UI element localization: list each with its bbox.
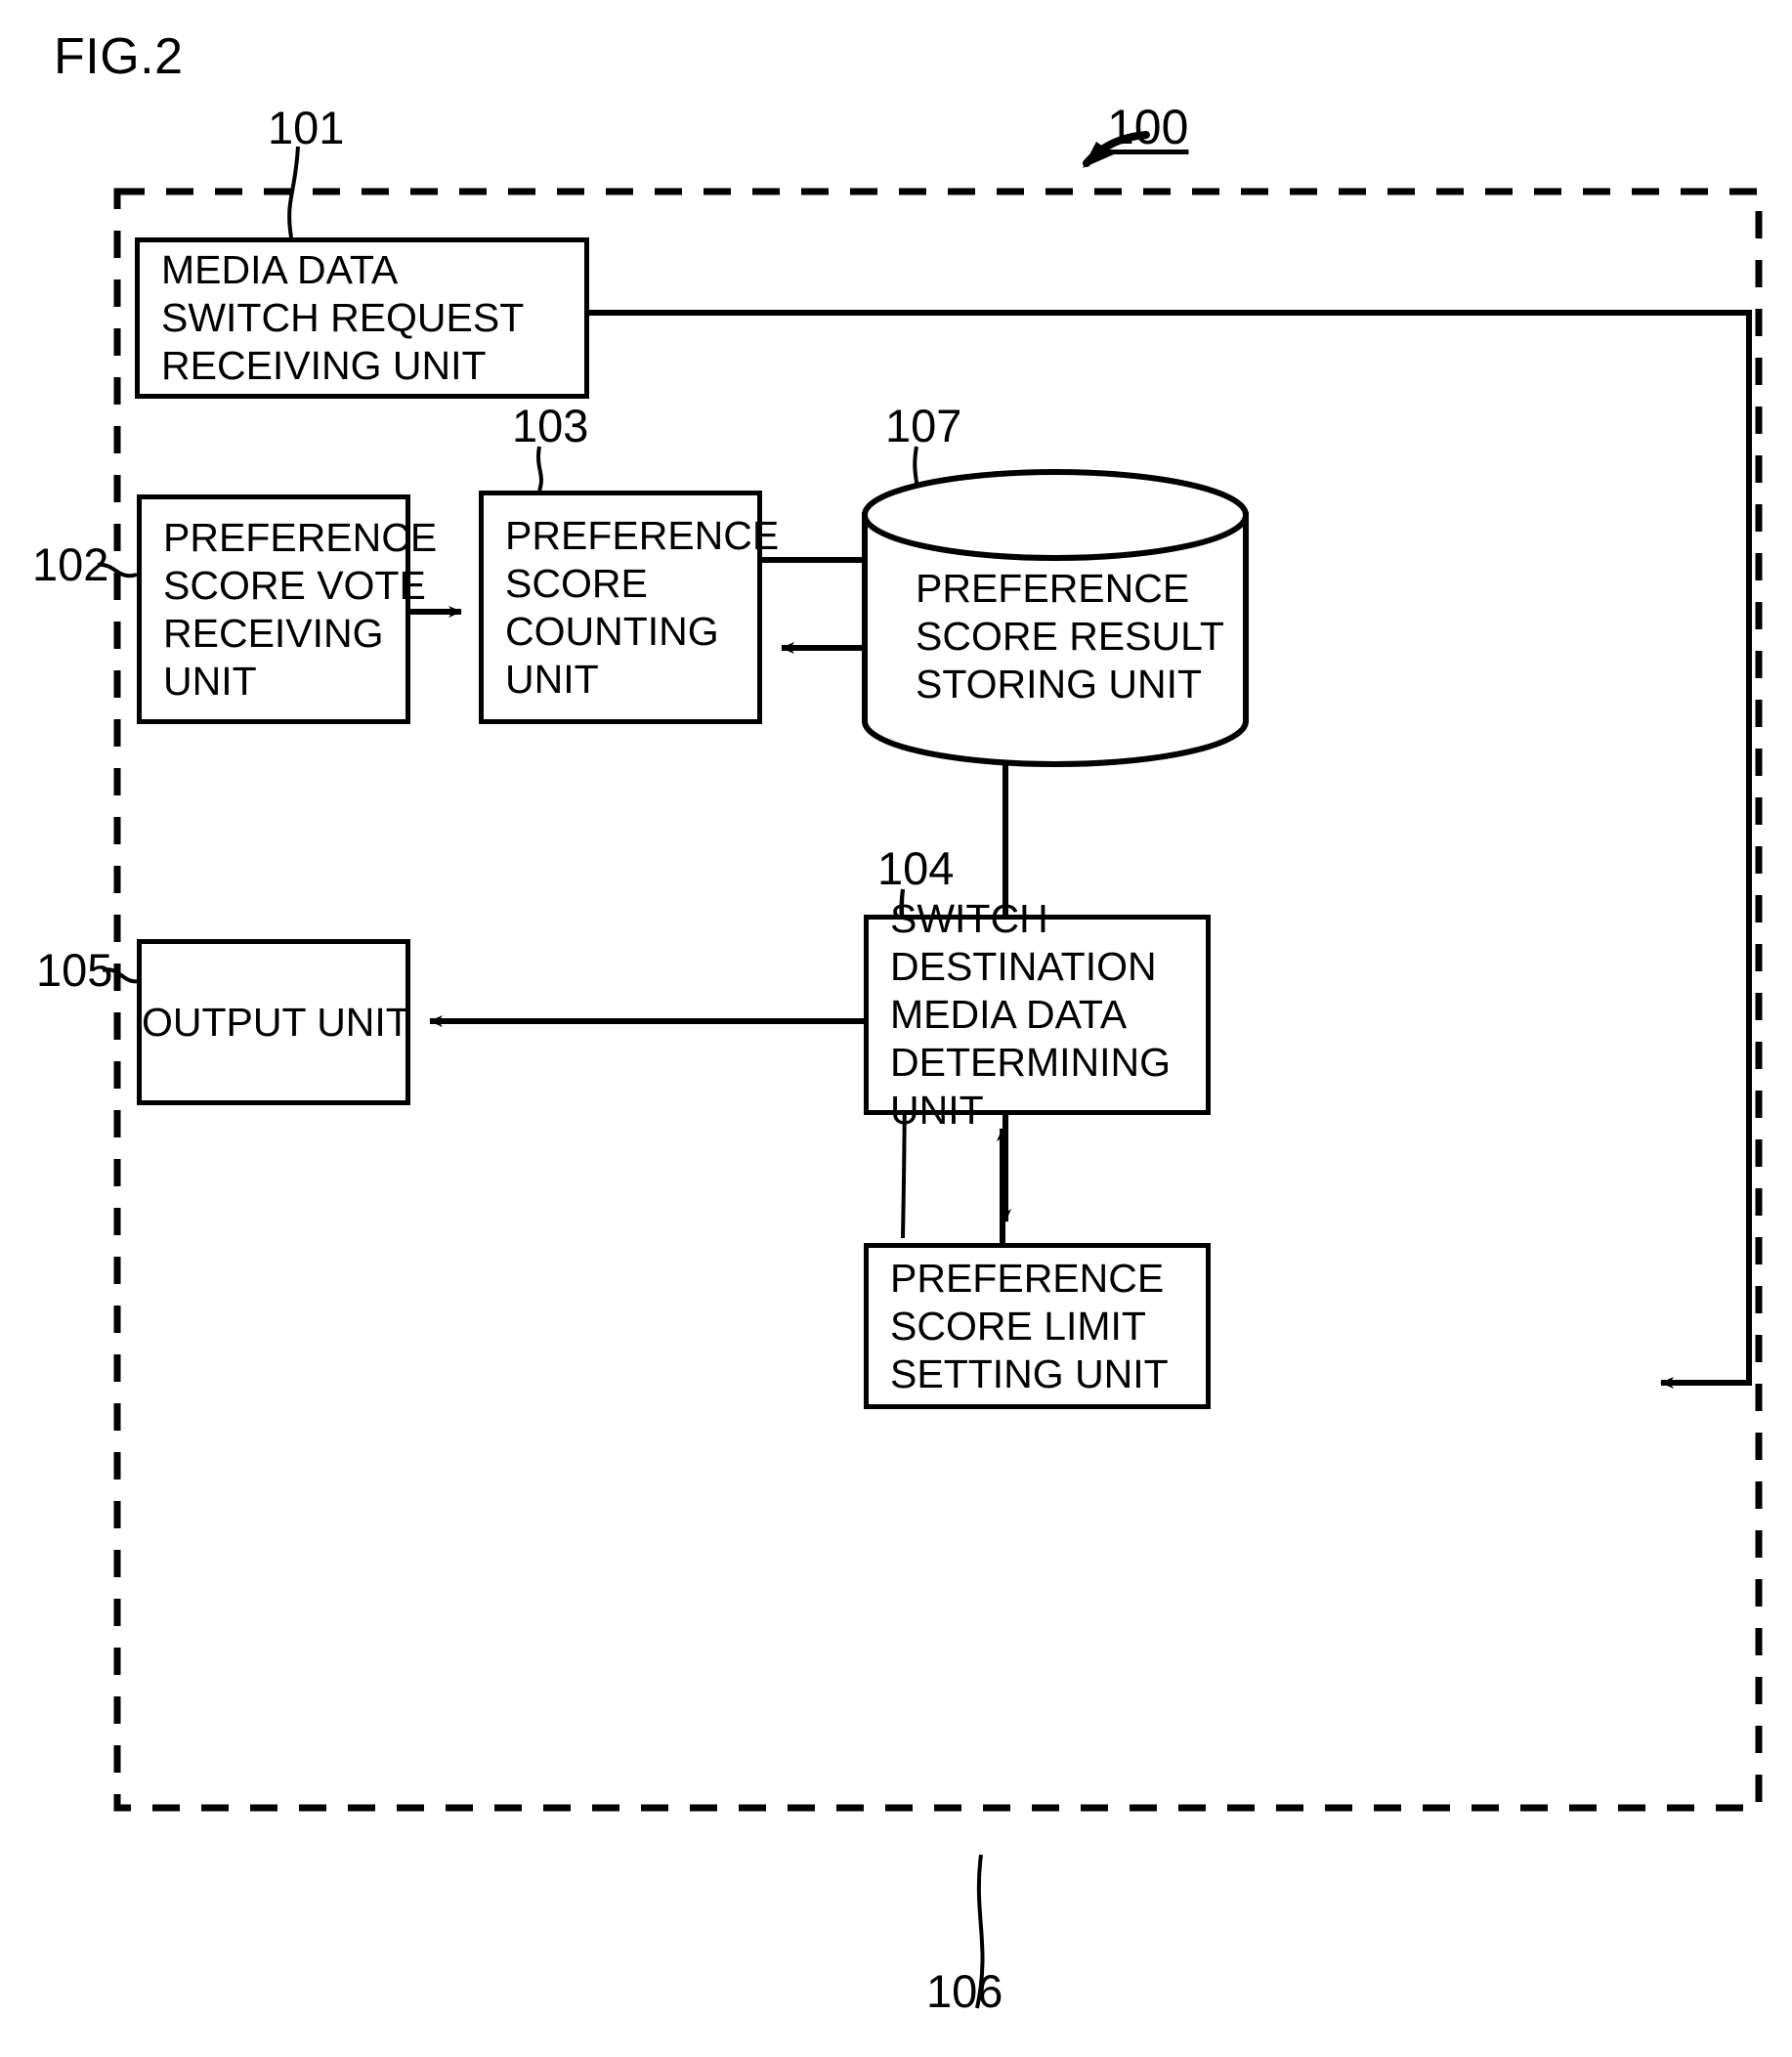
block-preference-score-vote-receiving-unit[interactable]: PREFERENCE SCORE VOTE RECEIVING UNIT bbox=[137, 494, 438, 724]
block-102-line-4: UNIT bbox=[163, 658, 257, 704]
block-104-line-1: SWITCH bbox=[890, 896, 1048, 941]
block-107-line-2: SCORE RESULT bbox=[916, 614, 1224, 659]
leader-line-101 bbox=[287, 146, 300, 238]
block-101-label: MEDIA DATA SWITCH REQUEST RECEIVING UNIT bbox=[140, 246, 584, 390]
block-101-line-2: SWITCH REQUEST bbox=[161, 295, 525, 340]
block-104-line-5: UNIT bbox=[890, 1088, 984, 1133]
block-101-line-1: MEDIA DATA bbox=[161, 247, 399, 292]
block-101-line-3: RECEIVING UNIT bbox=[161, 343, 487, 388]
block-104-line-3: MEDIA DATA bbox=[890, 992, 1128, 1037]
block-104-line-2: DESTINATION bbox=[890, 944, 1157, 989]
block-102-line-2: SCORE VOTE bbox=[163, 562, 426, 608]
block-switch-destination-media-data-determining-unit[interactable]: SWITCH DESTINATION MEDIA DATA DETERMININ… bbox=[864, 896, 1211, 1133]
block-106-line-1: PREFERENCE bbox=[890, 1255, 1165, 1301]
ref-107: 107 bbox=[885, 400, 962, 451]
block-106-label: PREFERENCE SCORE LIMIT SETTING UNIT bbox=[869, 1255, 1206, 1398]
block-106-line-3: SETTING UNIT bbox=[890, 1350, 1169, 1396]
block-103-line-3: COUNTING bbox=[505, 608, 719, 654]
ref-106: 106 bbox=[926, 1965, 1003, 2017]
block-output-unit[interactable]: OUTPUT UNIT bbox=[137, 939, 410, 1105]
ref-101: 101 bbox=[268, 102, 345, 153]
block-105-line-1: OUTPUT UNIT bbox=[142, 999, 410, 1045]
block-103-line-2: SCORE bbox=[505, 560, 648, 606]
block-105-label: OUTPUT UNIT bbox=[142, 999, 410, 1047]
block-103-line-4: UNIT bbox=[505, 656, 599, 702]
block-preference-score-result-storing-unit-label: PREFERENCE SCORE RESULT STORING UNIT bbox=[916, 565, 1238, 708]
block-103-line-1: PREFERENCE bbox=[505, 512, 780, 558]
block-102-line-1: PREFERENCE bbox=[163, 514, 438, 560]
block-preference-score-counting-unit[interactable]: PREFERENCE SCORE COUNTING UNIT bbox=[479, 491, 780, 724]
conn-switch-request-to-determining bbox=[589, 310, 1752, 1389]
block-106-line-2: SCORE LIMIT bbox=[890, 1303, 1146, 1349]
block-preference-score-limit-setting-unit[interactable]: PREFERENCE SCORE LIMIT SETTING UNIT bbox=[864, 1243, 1211, 1409]
leader-line-103 bbox=[536, 446, 543, 492]
block-103-label: PREFERENCE SCORE COUNTING UNIT bbox=[484, 512, 780, 704]
figure-root: FIG.2 101 100 102 103 107 104 105 106 ME… bbox=[0, 0, 1792, 2057]
ref-104: 104 bbox=[877, 842, 955, 894]
block-media-data-switch-request-receiving-unit[interactable]: MEDIA DATA SWITCH REQUEST RECEIVING UNIT bbox=[135, 237, 589, 399]
ref-105: 105 bbox=[36, 944, 113, 996]
block-107-line-3: STORING UNIT bbox=[916, 662, 1203, 707]
ref-102: 102 bbox=[32, 538, 109, 590]
ref-103: 103 bbox=[512, 400, 589, 451]
block-104-line-4: DETERMINING bbox=[890, 1040, 1171, 1085]
block-102-label: PREFERENCE SCORE VOTE RECEIVING UNIT bbox=[142, 514, 438, 706]
block-102-line-3: RECEIVING bbox=[163, 610, 384, 656]
ref-100: 100 bbox=[1107, 100, 1189, 154]
block-107-line-1: PREFERENCE bbox=[916, 566, 1190, 611]
block-104-label: SWITCH DESTINATION MEDIA DATA DETERMININ… bbox=[869, 895, 1206, 1135]
